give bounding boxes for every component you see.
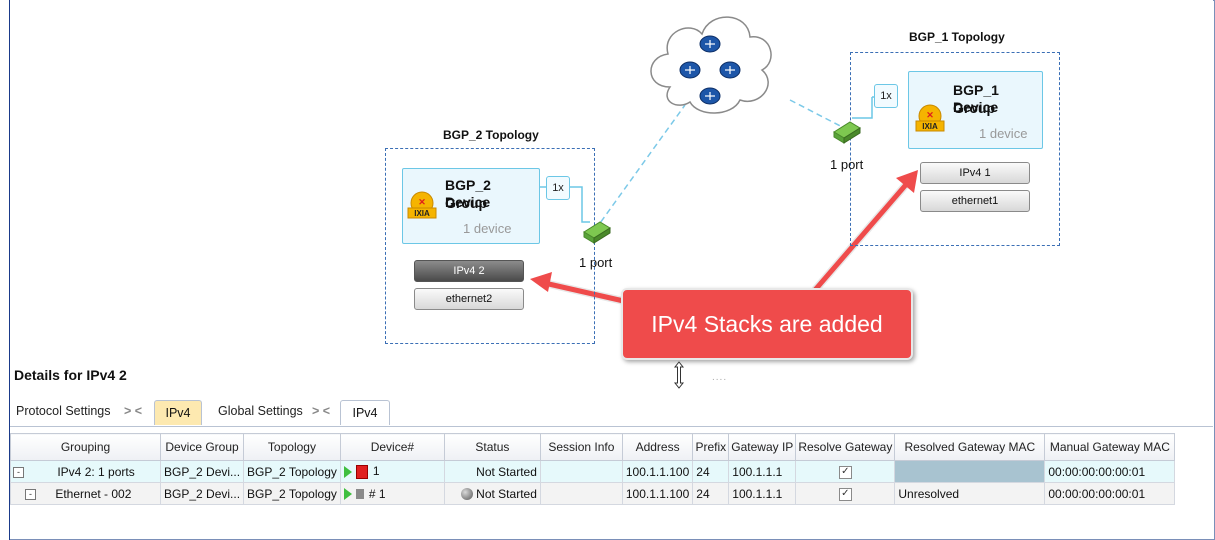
col-device-num[interactable]: Device# (339, 433, 445, 461)
port-icon[interactable] (832, 118, 862, 144)
ixia-logo-icon: ✕ IXIA (407, 191, 437, 219)
splitter-handle[interactable]: .... (712, 372, 727, 383)
svg-text:✕: ✕ (926, 110, 934, 120)
grouping-cell[interactable]: - IPv4 2: 1 ports (10, 460, 161, 483)
port-icon[interactable] (582, 218, 612, 244)
device-group-bgp2[interactable]: ✕ IXIA BGP_2 Device Group 1 device (402, 168, 540, 244)
table-row[interactable]: - IPv4 2: 1 ports BGP_2 Devi... BGP_2 To… (10, 460, 1176, 483)
col-device-group[interactable]: Device Group (159, 433, 245, 461)
svg-text:✕: ✕ (418, 197, 426, 207)
prefix-cell[interactable]: 24 (692, 460, 730, 483)
checkbox-icon[interactable]: ✓ (838, 465, 852, 479)
resolved-gateway-mac-cell: Unresolved (894, 482, 1046, 505)
ixia-logo-icon: ✕ IXIA (915, 104, 945, 132)
device-num-text: 1 (372, 464, 380, 479)
manual-gateway-mac-cell[interactable]: 00:00:00:00:00:01 (1044, 482, 1176, 505)
status-square-icon (355, 489, 364, 500)
grouping-text: IPv4 2: 1 ports (57, 464, 135, 479)
checkbox-icon[interactable]: ✓ (838, 487, 852, 501)
device-group-name-line2: Group (445, 195, 487, 211)
col-session-info[interactable]: Session Info (539, 433, 623, 461)
device-count: 1 device (463, 221, 512, 236)
svg-text:IXIA: IXIA (922, 122, 938, 131)
resize-icon[interactable] (672, 360, 686, 390)
device-group-cell[interactable]: BGP_2 Devi... (159, 482, 245, 505)
details-grid[interactable]: Grouping Device Group Topology Device# S… (10, 433, 1176, 505)
device-count: 1 device (979, 126, 1028, 141)
topology-title-bgp1: BGP_1 Topology (909, 30, 1005, 44)
table-row[interactable]: - Ethernet - 002 BGP_2 Devi... BGP_2 Top… (10, 482, 1176, 505)
resolved-gateway-mac-cell (894, 460, 1046, 483)
play-icon[interactable] (343, 488, 352, 501)
gateway-ip-cell[interactable]: 100.1.1.1 (728, 482, 797, 505)
breadcrumb-separator: > < (312, 404, 331, 418)
col-gateway-ip[interactable]: Gateway IP (728, 433, 797, 461)
session-info-cell[interactable] (539, 460, 623, 483)
status-cell: Not Started (443, 482, 541, 505)
topology-canvas[interactable]: BGP_2 Topology ✕ IXIA BGP_2 Device Group… (10, 0, 1213, 364)
tab-ipv4-global[interactable]: IPv4 (340, 400, 390, 425)
device-num-cell[interactable]: 1 (339, 460, 445, 483)
col-grouping[interactable]: Grouping (10, 433, 161, 461)
cloud-router-icon[interactable] (640, 2, 780, 122)
breadcrumb-separator: > < (124, 404, 143, 418)
multiplier-bgp1[interactable]: 1x (874, 84, 898, 108)
stack-ipv4-2[interactable]: IPv4 2 (414, 260, 524, 282)
svg-text:IXIA: IXIA (414, 209, 430, 218)
status-square-icon (355, 464, 368, 479)
device-group-name-line2: Group (953, 100, 995, 116)
col-manual-gateway-mac[interactable]: Manual Gateway MAC (1044, 433, 1176, 461)
device-group-bgp1[interactable]: ✕ IXIA BGP_1 Device Group 1 device (908, 71, 1043, 149)
play-icon[interactable] (343, 465, 352, 478)
annotation-callout: IPv4 Stacks are added (621, 288, 913, 360)
status-circle-icon (461, 488, 474, 501)
col-resolved-gateway-mac[interactable]: Resolved Gateway MAC (894, 433, 1046, 461)
resolve-gateway-cell[interactable]: ✓ (795, 482, 896, 505)
details-title: Details for IPv4 2 (14, 367, 127, 383)
col-address[interactable]: Address (621, 433, 694, 461)
device-num-cell[interactable]: # 1 (339, 482, 445, 505)
stack-ethernet2[interactable]: ethernet2 (414, 288, 524, 310)
left-edge-bar (0, 0, 10, 540)
tab-ipv4-protocol[interactable]: IPv4 (154, 400, 202, 425)
multiplier-bgp2[interactable]: 1x (546, 176, 570, 200)
tab-protocol-settings[interactable]: Protocol Settings (16, 404, 111, 418)
topology-cell[interactable]: BGP_2 Topology (243, 482, 341, 505)
col-status[interactable]: Status (443, 433, 541, 461)
topology-cell[interactable]: BGP_2 Topology (243, 460, 341, 483)
status-text: Not Started (476, 464, 537, 479)
grouping-cell[interactable]: - Ethernet - 002 (10, 482, 161, 505)
status-cell: Not Started (443, 460, 541, 483)
topology-title-bgp2: BGP_2 Topology (443, 128, 539, 142)
grid-header-row: Grouping Device Group Topology Device# S… (10, 433, 1176, 461)
collapse-icon[interactable]: - (13, 466, 24, 478)
port-label-bgp2: 1 port (579, 255, 613, 270)
col-topology[interactable]: Topology (243, 433, 341, 461)
status-text: Not Started (476, 486, 537, 501)
device-num-text: # 1 (368, 486, 386, 501)
stack-ethernet1[interactable]: ethernet1 (920, 190, 1030, 212)
gateway-ip-cell[interactable]: 100.1.1.1 (728, 460, 797, 483)
device-group-cell[interactable]: BGP_2 Devi... (159, 460, 245, 483)
details-tabbar: Protocol Settings > < IPv4 Global Settin… (10, 398, 1213, 427)
collapse-icon[interactable]: - (25, 488, 36, 500)
address-cell[interactable]: 100.1.1.100 (621, 482, 694, 505)
stack-ipv4-1[interactable]: IPv4 1 (920, 162, 1030, 184)
manual-gateway-mac-cell[interactable]: 00:00:00:00:00:01 (1044, 460, 1176, 483)
session-info-cell[interactable] (539, 482, 623, 505)
grouping-text: Ethernet - 002 (55, 486, 132, 501)
address-cell[interactable]: 100.1.1.100 (621, 460, 694, 483)
port-label-bgp1: 1 port (830, 157, 864, 172)
tab-global-settings[interactable]: Global Settings (218, 404, 303, 418)
col-prefix[interactable]: Prefix (692, 433, 730, 461)
resolve-gateway-cell[interactable]: ✓ (795, 460, 896, 483)
col-resolve-gateway[interactable]: Resolve Gateway (795, 433, 896, 461)
prefix-cell[interactable]: 24 (692, 482, 730, 505)
